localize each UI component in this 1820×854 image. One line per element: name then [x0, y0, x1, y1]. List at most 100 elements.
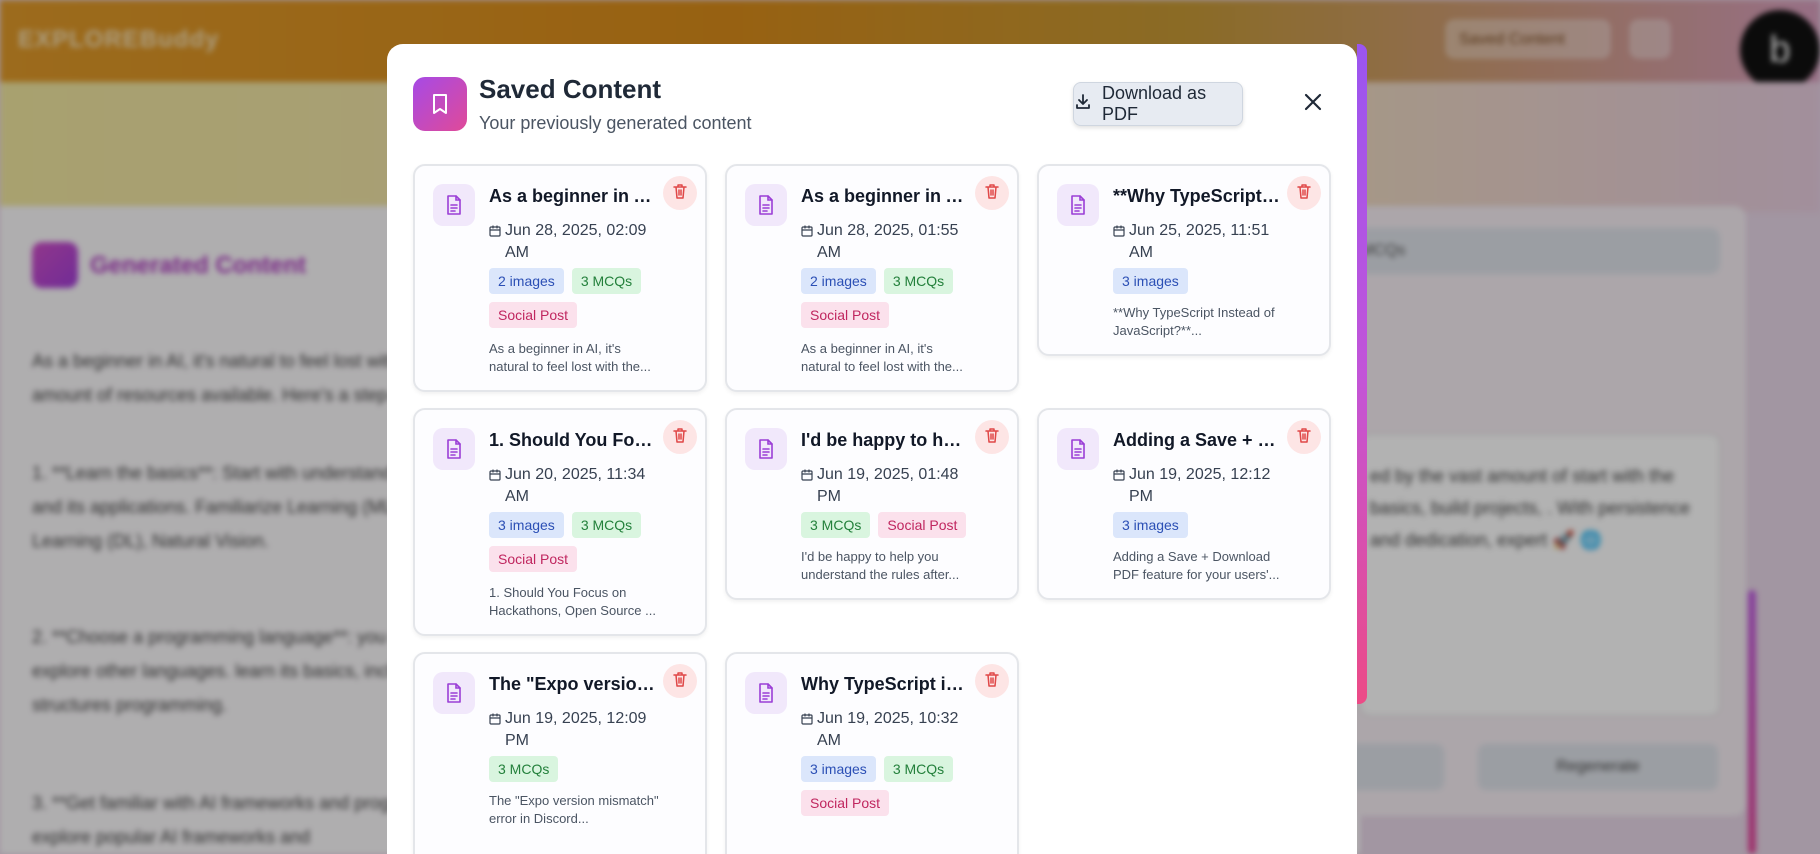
delete-button[interactable]: [975, 176, 1009, 210]
card-tags: 3 MCQs: [489, 756, 699, 782]
saved-item-card[interactable]: **Why TypeScript I... Jun 25, 2025, 11:51…: [1037, 164, 1331, 356]
document-icon: [1057, 184, 1099, 226]
card-date: Jun 19, 2025, 01:48 PM: [801, 464, 961, 508]
saved-item-card[interactable]: As a beginner in AI... Jun 28, 2025, 01:5…: [725, 164, 1019, 392]
card-title: As a beginner in AI...: [801, 186, 969, 206]
card-date: Jun 19, 2025, 12:12 PM: [1113, 464, 1273, 508]
card-date: Jun 19, 2025, 10:32 AM: [801, 708, 961, 752]
tag-soc: Social Post: [489, 546, 578, 572]
card-date-text: Jun 19, 2025, 10:32 AM: [817, 710, 959, 749]
card-date: Jun 28, 2025, 01:55 AM: [801, 220, 961, 264]
card-preview: 1. Should You Focus on Hackathons, Open …: [489, 585, 656, 618]
delete-button[interactable]: [1287, 420, 1321, 454]
document-icon: [745, 184, 787, 226]
calendar-icon: [489, 464, 501, 508]
download-icon: [1074, 93, 1092, 116]
modal-title: Saved Content: [479, 74, 662, 104]
card-title: The "Expo version ...: [489, 674, 657, 694]
tag-img: 2 images: [489, 268, 564, 294]
trash-icon: [1297, 183, 1311, 204]
saved-item-card[interactable]: As a beginner in AI... Jun 28, 2025, 02:0…: [413, 164, 707, 392]
card-date-text: Jun 20, 2025, 11:34 AM: [505, 466, 646, 505]
card-date-text: Jun 28, 2025, 01:55 AM: [817, 222, 959, 261]
calendar-icon: [1113, 220, 1125, 264]
card-tags: 3 images: [1113, 512, 1323, 538]
calendar-icon: [1113, 464, 1125, 508]
card-preview: The "Expo version mismatch" error in Dis…: [489, 793, 659, 826]
close-icon: [1303, 92, 1323, 117]
document-icon: [433, 184, 475, 226]
tag-soc: Social Post: [801, 302, 890, 328]
tag-soc: Social Post: [489, 302, 578, 328]
document-icon: [1057, 428, 1099, 470]
trash-icon: [1297, 427, 1311, 448]
card-tags: 2 images 3 MCQs Social Post: [801, 268, 1011, 328]
delete-button[interactable]: [663, 420, 697, 454]
card-date: Jun 20, 2025, 11:34 AM: [489, 464, 649, 508]
card-title: I'd be happy to hel...: [801, 430, 969, 450]
document-icon: [745, 428, 787, 470]
document-icon: [433, 672, 475, 714]
delete-button[interactable]: [1287, 176, 1321, 210]
calendar-icon: [801, 220, 813, 264]
card-date-text: Jun 25, 2025, 11:51 AM: [1129, 222, 1270, 261]
tag-mcq: 3 MCQs: [883, 756, 954, 782]
delete-button[interactable]: [663, 176, 697, 210]
document-icon: [433, 428, 475, 470]
trash-icon: [985, 427, 999, 448]
delete-button[interactable]: [663, 664, 697, 698]
card-date-text: Jun 28, 2025, 02:09 AM: [505, 222, 647, 261]
card-date-text: Jun 19, 2025, 01:48 PM: [817, 466, 959, 505]
close-button[interactable]: [1297, 88, 1329, 120]
delete-button[interactable]: [975, 420, 1009, 454]
tag-mcq: 3 MCQs: [571, 512, 642, 538]
card-tags: 3 images 3 MCQs Social Post: [489, 512, 699, 572]
calendar-icon: [489, 708, 501, 752]
card-tags: 3 MCQs Social Post: [801, 512, 1011, 538]
tag-img: 3 images: [1113, 512, 1188, 538]
card-title: 1. Should You Focu...: [489, 430, 657, 450]
saved-item-card[interactable]: Why TypeScript ins... Jun 19, 2025, 10:32…: [725, 652, 1019, 854]
tag-img: 3 images: [489, 512, 564, 538]
trash-icon: [673, 671, 687, 692]
saved-item-card[interactable]: I'd be happy to hel... Jun 19, 2025, 01:4…: [725, 408, 1019, 600]
card-preview: As a beginner in AI, it's natural to fee…: [489, 341, 651, 374]
card-tags: 2 images 3 MCQs Social Post: [489, 268, 699, 328]
card-date-text: Jun 19, 2025, 12:09 PM: [505, 710, 647, 749]
card-preview: I'd be happy to help you understand the …: [801, 549, 960, 582]
card-preview: Adding a Save + Download PDF feature for…: [1113, 549, 1280, 582]
trash-icon: [985, 671, 999, 692]
delete-button[interactable]: [975, 664, 1009, 698]
card-date-text: Jun 19, 2025, 12:12 PM: [1129, 466, 1271, 505]
calendar-icon: [489, 220, 501, 264]
trash-icon: [985, 183, 999, 204]
calendar-icon: [801, 464, 813, 508]
card-title: Why TypeScript ins...: [801, 674, 969, 694]
saved-item-card[interactable]: The "Expo version ... Jun 19, 2025, 12:09…: [413, 652, 707, 854]
card-title: Adding a Save + D...: [1113, 430, 1281, 450]
saved-content-modal: Saved Content Your previously generated …: [387, 44, 1357, 854]
calendar-icon: [801, 708, 813, 752]
modal-scrollbar[interactable]: [1357, 44, 1367, 704]
tag-mcq: 3 MCQs: [801, 512, 871, 538]
download-pdf-label: Download as PDF: [1102, 83, 1207, 124]
trash-icon: [673, 427, 687, 448]
document-icon: [745, 672, 787, 714]
download-pdf-button[interactable]: Download as PDF: [1073, 82, 1243, 126]
card-tags: 3 images 3 MCQs Social Post: [801, 756, 1011, 816]
tag-soc: Social Post: [878, 512, 967, 538]
tag-img: 2 images: [801, 268, 876, 294]
tag-img: 3 images: [1113, 268, 1188, 294]
tag-mcq: 3 MCQs: [489, 756, 559, 782]
modal-subtitle: Your previously generated content: [479, 113, 752, 133]
tag-mcq: 3 MCQs: [883, 268, 954, 294]
card-date: Jun 19, 2025, 12:09 PM: [489, 708, 649, 752]
saved-item-card[interactable]: Adding a Save + D... Jun 19, 2025, 12:12 …: [1037, 408, 1331, 600]
card-title: **Why TypeScript I...: [1113, 186, 1281, 206]
card-date: Jun 28, 2025, 02:09 AM: [489, 220, 649, 264]
tag-mcq: 3 MCQs: [571, 268, 642, 294]
tag-soc: Social Post: [801, 790, 890, 816]
bookmark-icon: [413, 77, 467, 131]
card-preview: As a beginner in AI, it's natural to fee…: [801, 341, 963, 374]
saved-item-card[interactable]: 1. Should You Focu... Jun 20, 2025, 11:34…: [413, 408, 707, 636]
